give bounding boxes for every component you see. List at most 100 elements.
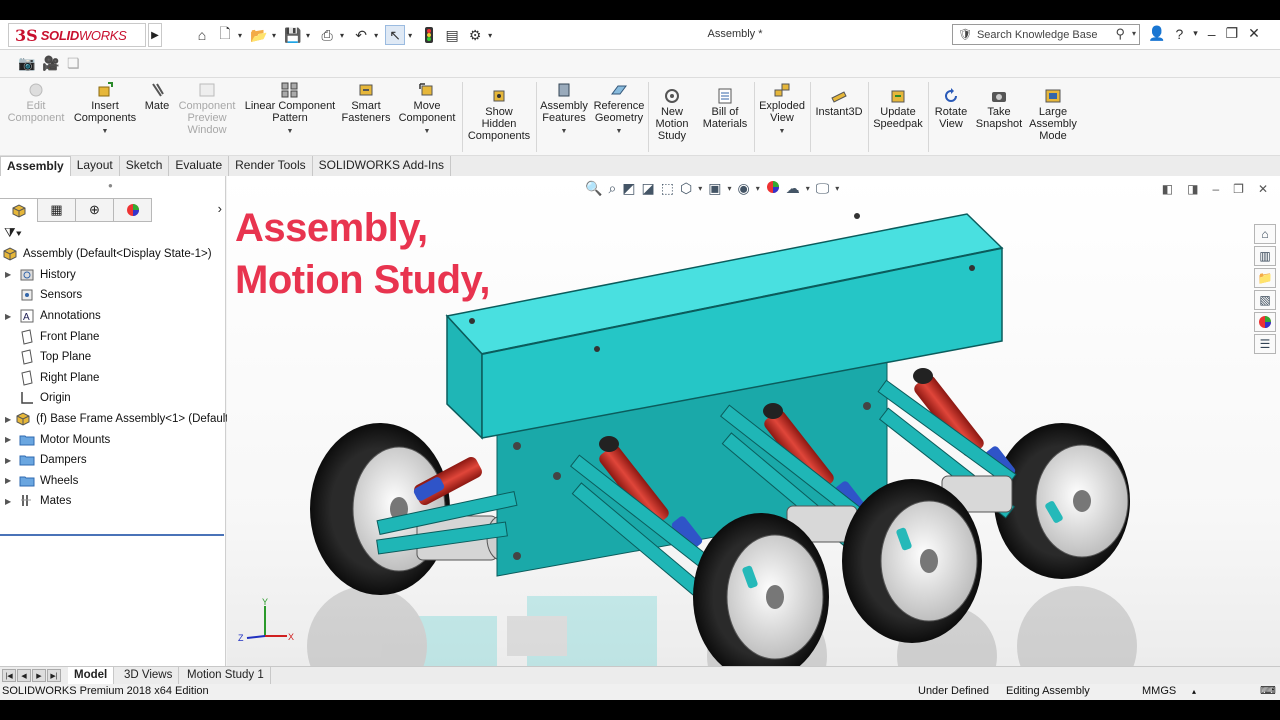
design-library-icon[interactable]: ▥ bbox=[1254, 246, 1276, 266]
tree-item-mates[interactable]: ▶ Mates bbox=[0, 491, 226, 512]
help-icon[interactable]: ? bbox=[1175, 26, 1183, 42]
smart-fasteners-button[interactable]: Smart Fasteners bbox=[340, 82, 392, 124]
graphics-area[interactable]: 🔍 ⌕ ◩ ◪ ⬚ ⬡▾ ▣▾ ◉▾ ☁▾ 🖵▾ ◧ ◨ – ❐ ✕ bbox=[227, 176, 1280, 666]
history-icon bbox=[19, 267, 35, 283]
dropdown-arrow-icon[interactable]: ▼ bbox=[756, 126, 808, 138]
dropdown-arrow-icon[interactable]: ▼ bbox=[240, 126, 340, 138]
expand-arrow-icon[interactable]: ▶ bbox=[5, 415, 11, 424]
close-icon[interactable]: ✕ bbox=[1248, 25, 1260, 42]
dropdown-arrow-icon[interactable]: ▼ bbox=[538, 126, 590, 138]
next-tab-icon[interactable]: ▶ bbox=[32, 669, 46, 682]
take-snapshot-button[interactable]: Take Snapshot bbox=[972, 88, 1026, 130]
plane-icon bbox=[19, 349, 35, 365]
help-dropdown-icon[interactable]: ▾ bbox=[1193, 28, 1198, 39]
cmd-label-2: Components bbox=[73, 112, 137, 124]
file-explorer-icon[interactable]: 📁 bbox=[1254, 268, 1276, 288]
prev-tab-icon[interactable]: ◀ bbox=[17, 669, 31, 682]
cmd-label-2: Materials bbox=[702, 118, 748, 130]
tree-item-motor-mounts[interactable]: ▶ Motor Mounts bbox=[0, 429, 226, 450]
filter-icon[interactable]: ⧩▾ bbox=[4, 225, 22, 241]
panel-splitter-handle[interactable]: ● bbox=[108, 181, 113, 190]
coordinate-triad: Y X Z bbox=[238, 597, 294, 643]
expand-arrow-icon[interactable]: ▶ bbox=[5, 270, 15, 279]
tab-solidworks-add-ins[interactable]: SOLIDWORKS Add-Ins bbox=[313, 156, 451, 176]
new-motion-study-button[interactable]: New Motion Study bbox=[650, 88, 694, 142]
tab-3d-views[interactable]: 3D Views bbox=[118, 667, 180, 684]
status-units[interactable]: MMGS bbox=[1142, 684, 1176, 699]
reference-geometry-icon bbox=[611, 85, 627, 95]
tree-root-assembly[interactable]: Assembly (Default<Display State-1>) bbox=[0, 244, 226, 265]
rotate-view-button[interactable]: Rotate View bbox=[930, 88, 972, 130]
search-dropdown-icon[interactable]: ▾ bbox=[1132, 29, 1136, 38]
tab-render-tools[interactable]: Render Tools bbox=[229, 156, 313, 176]
custom-properties-icon[interactable]: ☰ bbox=[1254, 334, 1276, 354]
tree-item-origin[interactable]: Origin bbox=[0, 388, 226, 409]
expand-arrow-icon[interactable]: ▶ bbox=[5, 312, 15, 321]
appearances-scenes-icon[interactable] bbox=[1254, 312, 1276, 332]
minimize-icon[interactable]: – bbox=[1208, 26, 1216, 42]
insert-components-button[interactable]: Insert Components ▼ bbox=[70, 82, 140, 138]
search-knowledge-base-input[interactable]: 🛡 Search Knowledge Base ⚲ ▾ bbox=[952, 24, 1140, 45]
view-palette-icon[interactable]: ▧ bbox=[1254, 290, 1276, 310]
search-scope-icon: 🛡 bbox=[958, 29, 972, 41]
user-icon[interactable]: 👤 bbox=[1148, 25, 1165, 42]
solidworks-resources-icon[interactable]: ⌂ bbox=[1254, 224, 1276, 244]
tab-evaluate[interactable]: Evaluate bbox=[169, 156, 230, 176]
bill-of-materials-button[interactable]: Bill of Materials bbox=[698, 88, 752, 130]
reference-geometry-button[interactable]: Reference Geometry ▼ bbox=[592, 82, 646, 138]
tree-item-sensors[interactable]: Sensors bbox=[0, 285, 226, 306]
panel-tabs-scroll-right-icon[interactable]: › bbox=[218, 201, 222, 216]
record-icon[interactable]: 🎥 bbox=[42, 55, 59, 72]
feature-manager-tab-icon[interactable] bbox=[0, 198, 38, 222]
tree-item-f-base-frame-assembly-1-default[interactable]: ▶ (f) Base Frame Assembly<1> (Default bbox=[0, 409, 229, 430]
plane-icon bbox=[19, 329, 35, 345]
tab-model[interactable]: Model bbox=[68, 667, 115, 684]
tab-layout[interactable]: Layout bbox=[71, 156, 120, 176]
cmd-label-2: View bbox=[939, 118, 963, 130]
mate-button[interactable]: Mate bbox=[140, 82, 174, 112]
dropdown-arrow-icon[interactable]: ▼ bbox=[70, 126, 140, 138]
bill-of-materials-icon bbox=[718, 88, 732, 104]
units-dropdown-icon[interactable]: ▴ bbox=[1192, 684, 1196, 699]
instant3d-button[interactable]: Instant3D bbox=[812, 88, 866, 118]
tree-item-wheels[interactable]: ▶ Wheels bbox=[0, 471, 226, 492]
display-manager-tab-icon[interactable] bbox=[114, 198, 152, 222]
tab-motion-study-1[interactable]: Motion Study 1 bbox=[181, 667, 271, 684]
exploded-view-button[interactable]: Exploded View ▼ bbox=[756, 82, 808, 138]
property-manager-tab-icon[interactable]: ▦ bbox=[38, 198, 76, 222]
restore-icon[interactable]: ❐ bbox=[1226, 25, 1239, 42]
cmd-label-2: Speedpak bbox=[873, 118, 923, 130]
expand-arrow-icon[interactable]: ▶ bbox=[5, 497, 15, 506]
motion-study-icon bbox=[665, 89, 679, 103]
tree-item-dampers[interactable]: ▶ Dampers bbox=[0, 450, 226, 471]
dropdown-arrow-icon[interactable]: ▼ bbox=[394, 126, 460, 138]
cmd-label-2: Preview bbox=[187, 112, 227, 124]
tree-item-right-plane[interactable]: Right Plane bbox=[0, 368, 226, 389]
search-icon[interactable]: ⚲ bbox=[1115, 26, 1125, 42]
dropdown-arrow-icon[interactable]: ▼ bbox=[592, 126, 646, 138]
cmd-label-1: Reference bbox=[593, 100, 645, 112]
tree-item-history[interactable]: ▶ History bbox=[0, 265, 226, 286]
expand-arrow-icon[interactable]: ▶ bbox=[5, 456, 15, 465]
assembly-features-button[interactable]: Assembly Features ▼ bbox=[538, 82, 590, 138]
rebuild-status-icon[interactable]: ⌨ bbox=[1260, 684, 1276, 699]
tree-item-annotations[interactable]: ▶ A Annotations bbox=[0, 306, 226, 327]
camera-icon[interactable]: 📷 bbox=[18, 55, 35, 72]
move-component-button[interactable]: Move Component ▼ bbox=[394, 82, 460, 138]
tree-item-top-plane[interactable]: Top Plane bbox=[0, 347, 226, 368]
show-hidden-components-button[interactable]: Show Hidden Components bbox=[464, 88, 534, 142]
linear-component-pattern-button[interactable]: Linear Component Pattern ▼ bbox=[240, 82, 340, 138]
expand-arrow-icon[interactable]: ▶ bbox=[5, 476, 15, 485]
last-tab-icon[interactable]: ▶| bbox=[47, 669, 61, 682]
first-tab-icon[interactable]: |◀ bbox=[2, 669, 16, 682]
tab-assembly[interactable]: Assembly bbox=[0, 156, 71, 176]
expand-arrow-icon[interactable]: ▶ bbox=[5, 435, 15, 444]
configuration-manager-tab-icon[interactable]: ⊕ bbox=[76, 198, 114, 222]
tab-sketch[interactable]: Sketch bbox=[120, 156, 170, 176]
update-speedpak-button[interactable]: Update Speedpak bbox=[870, 88, 926, 130]
tree-item-front-plane[interactable]: Front Plane bbox=[0, 326, 226, 347]
large-assembly-mode-button[interactable]: Large Assembly Mode bbox=[1026, 88, 1080, 142]
tree-end-marker bbox=[0, 534, 224, 536]
status-editing-mode: Editing Assembly bbox=[1006, 685, 1090, 697]
cmd-label-2: Hidden bbox=[481, 118, 517, 130]
